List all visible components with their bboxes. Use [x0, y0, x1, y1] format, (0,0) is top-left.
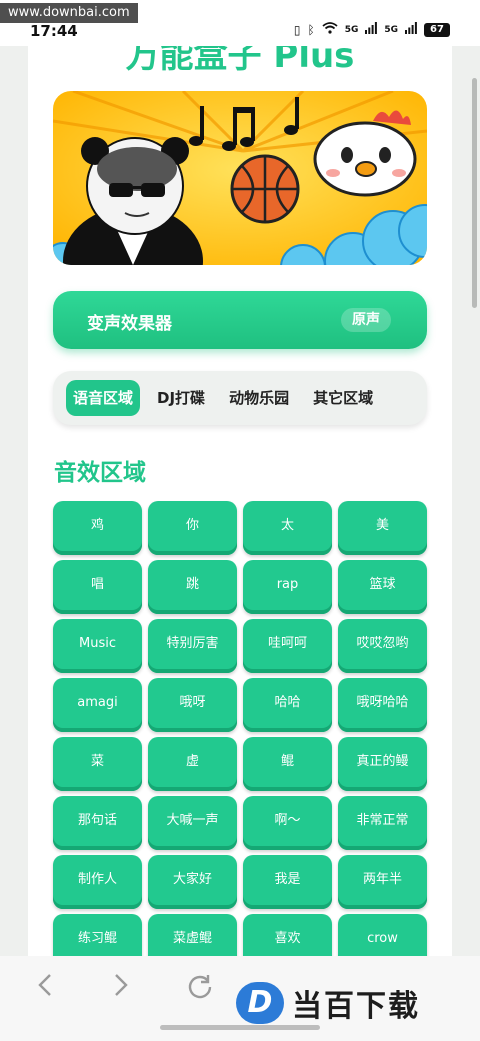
- sound-button[interactable]: 篮球: [338, 560, 427, 614]
- sound-button[interactable]: 我是: [243, 855, 332, 909]
- sound-button[interactable]: 大喊一声: [148, 796, 237, 850]
- sound-button[interactable]: 虚: [148, 737, 237, 791]
- sound-button[interactable]: 哎哎忽哟: [338, 619, 427, 673]
- sound-button[interactable]: 你: [148, 501, 237, 555]
- sound-button[interactable]: 菜: [53, 737, 142, 791]
- sound-button[interactable]: 太: [243, 501, 332, 555]
- logo-badge: D: [236, 982, 284, 1024]
- signal-1-label: 5G: [344, 24, 359, 35]
- status-icons: ▯ ᛒ 5G 5G 67: [294, 22, 450, 37]
- sound-button[interactable]: 唱: [53, 560, 142, 614]
- signal-bars-icon: [405, 22, 417, 37]
- downbai-logo: D 当百下载: [236, 981, 420, 1025]
- sound-button[interactable]: 真正的鳗: [338, 737, 427, 791]
- left-gutter: [0, 46, 28, 956]
- tab-dj[interactable]: DJ打碟: [150, 380, 212, 416]
- category-tabs: 语音区域 DJ打碟 动物乐园 其它区域: [53, 371, 427, 425]
- sound-button[interactable]: 啊～: [243, 796, 332, 850]
- sound-button[interactable]: 特别厉害: [148, 619, 237, 673]
- current-effect-button[interactable]: 原声: [341, 308, 391, 332]
- sound-button[interactable]: 哦呀哈哈: [338, 678, 427, 732]
- sound-button[interactable]: 大家好: [148, 855, 237, 909]
- sound-button[interactable]: 喜欢: [243, 914, 332, 956]
- sound-button[interactable]: 哇呵呵: [243, 619, 332, 673]
- status-bar: www.downbai.com 17:44 ▯ ᛒ 5G 5G 67: [0, 0, 480, 46]
- battery-icon: 67: [424, 22, 450, 37]
- sound-button[interactable]: 两年半: [338, 855, 427, 909]
- bottom-nav: D 当百下载: [0, 956, 480, 1041]
- scrollbar[interactable]: [472, 78, 477, 308]
- sound-button[interactable]: 菜虚鲲: [148, 914, 237, 956]
- sound-button[interactable]: 练习鲲: [53, 914, 142, 956]
- voice-effect-label: 变声效果器: [87, 314, 172, 334]
- sound-button[interactable]: 制作人: [53, 855, 142, 909]
- watermark-text: www.downbai.com: [0, 3, 138, 23]
- vibrate-icon: ▯: [293, 22, 301, 37]
- refresh-icon[interactable]: [186, 972, 214, 1007]
- banner-image[interactable]: [53, 91, 427, 265]
- sound-button-grid: 鸡 你 太 美 唱 跳 rap 篮球 Music 特别厉害 哇呵呵 哎哎忽哟 a…: [53, 501, 427, 956]
- signal-2-label: 5G: [384, 24, 398, 35]
- sound-button[interactable]: 鲲: [243, 737, 332, 791]
- sound-button[interactable]: 哦呀: [148, 678, 237, 732]
- logo-text: 当百下载: [292, 989, 420, 1024]
- tab-other-area[interactable]: 其它区域: [306, 380, 380, 416]
- status-clock: 17:44: [30, 22, 78, 40]
- sound-button[interactable]: amagi: [53, 678, 142, 732]
- app-page: 万能盒子 Plus 变声效果器 原声 语音区域 DJ打碟 动物乐园 其它区域 音…: [28, 46, 452, 956]
- voice-effect-bar[interactable]: 变声效果器 原声: [53, 291, 427, 349]
- sound-button[interactable]: crow: [338, 914, 427, 956]
- sound-button[interactable]: 非常正常: [338, 796, 427, 850]
- sound-button[interactable]: 跳: [148, 560, 237, 614]
- tab-animal-park[interactable]: 动物乐园: [222, 380, 296, 416]
- sound-button[interactable]: 鸡: [53, 501, 142, 555]
- chevron-left-icon[interactable]: [36, 972, 54, 1005]
- sound-button[interactable]: Music: [53, 619, 142, 673]
- sound-button[interactable]: 哈哈: [243, 678, 332, 732]
- tab-voice-area[interactable]: 语音区域: [66, 380, 141, 416]
- chevron-right-icon[interactable]: [112, 972, 130, 1005]
- page-title: 万能盒子 Plus: [125, 46, 355, 76]
- wifi-icon: [322, 22, 338, 37]
- bluetooth-icon: ᛒ: [307, 22, 315, 37]
- sound-button[interactable]: 美: [338, 501, 427, 555]
- sound-button[interactable]: rap: [243, 560, 332, 614]
- signal-bars-icon: [365, 22, 378, 37]
- home-indicator[interactable]: [160, 1025, 320, 1030]
- section-title: 音效区域: [54, 460, 146, 486]
- sound-button[interactable]: 那句话: [53, 796, 142, 850]
